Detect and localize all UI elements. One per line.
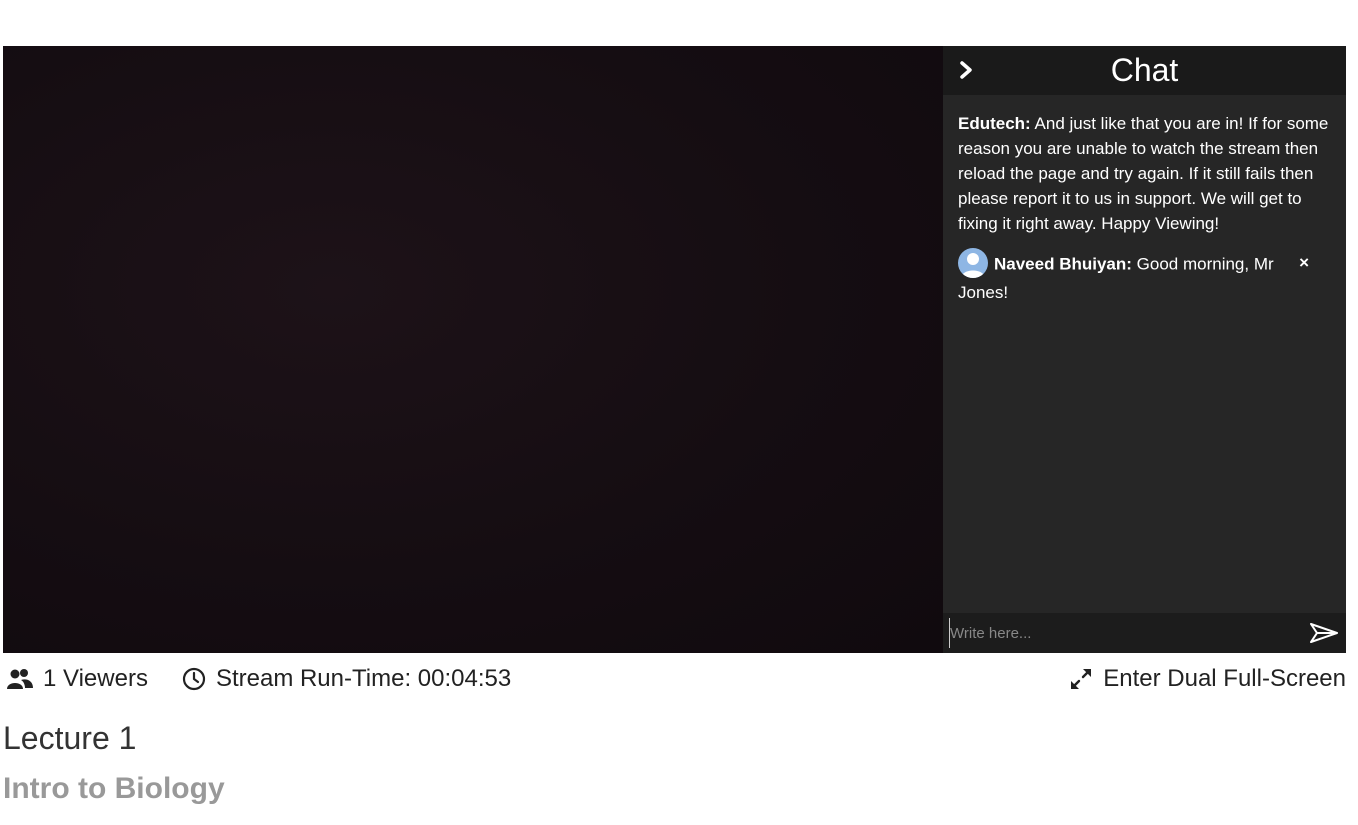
clock-icon <box>182 667 206 691</box>
stream-stage: Chat Edutech: And just like that you are… <box>3 46 1346 653</box>
chat-message: Edutech: And just like that you are in! … <box>958 111 1331 236</box>
viewers-label: 1 Viewers <box>43 665 148 692</box>
users-icon <box>7 669 33 689</box>
video-player[interactable] <box>3 46 943 653</box>
message-sender: Edutech: <box>958 114 1031 133</box>
stream-info-bar: 1 Viewers Stream Run-Time: 00:04:53 Ente… <box>7 664 1346 694</box>
send-icon[interactable] <box>1302 613 1346 653</box>
chat-panel: Chat Edutech: And just like that you are… <box>943 46 1346 653</box>
runtime-label: Stream Run-Time: 00:04:53 <box>215 665 512 692</box>
chat-message: Naveed Bhuiyan: Good morning, Mr Jones! … <box>958 248 1331 305</box>
avatar <box>958 248 988 278</box>
chat-input[interactable] <box>949 618 1302 648</box>
fullscreen-label: Enter Dual Full-Screen <box>1103 665 1346 692</box>
viewers-count: 1 Viewers <box>7 665 148 693</box>
dual-fullscreen-button[interactable]: Enter Dual Full-Screen <box>1069 665 1346 693</box>
lecture-title: Lecture 1 <box>3 720 137 756</box>
chat-messages: Edutech: And just like that you are in! … <box>943 95 1346 613</box>
close-icon[interactable]: × <box>1299 250 1309 275</box>
chat-header: Chat <box>943 46 1346 95</box>
chevron-right-icon[interactable] <box>955 58 979 82</box>
chat-input-row <box>943 613 1346 653</box>
message-sender: Naveed Bhuiyan: <box>994 254 1132 274</box>
expand-icon <box>1071 669 1092 689</box>
chat-title: Chat <box>1110 52 1179 88</box>
lecture-subtitle: Intro to Biology <box>3 772 225 805</box>
stream-runtime: Stream Run-Time: 00:04:53 <box>182 665 511 693</box>
